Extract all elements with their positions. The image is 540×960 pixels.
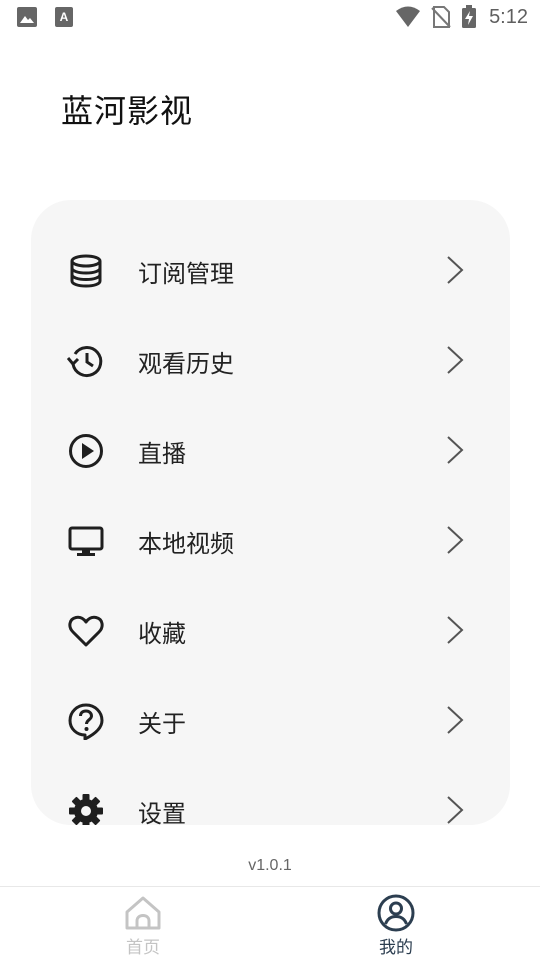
heart-icon bbox=[67, 612, 105, 650]
gallery-icon bbox=[16, 6, 38, 28]
status-bar-left: A bbox=[16, 6, 74, 28]
bottom-nav: 首页 我的 bbox=[0, 886, 540, 960]
menu-item-label: 收藏 bbox=[138, 620, 186, 648]
page-title: 蓝河影视 bbox=[61, 92, 194, 130]
tab-home[interactable]: 首页 bbox=[8, 887, 278, 960]
chevron-right-icon bbox=[443, 794, 467, 825]
menu-item-label: 关于 bbox=[138, 710, 186, 738]
gear-icon bbox=[67, 792, 105, 825]
play-circle-icon bbox=[67, 432, 105, 470]
menu-item-settings[interactable]: 设置 bbox=[31, 774, 510, 825]
menu-item-label: 本地视频 bbox=[138, 530, 234, 558]
database-icon bbox=[67, 252, 105, 290]
chevron-right-icon bbox=[443, 704, 467, 736]
status-bar-right: 5:12 bbox=[395, 5, 528, 29]
tab-label: 首页 bbox=[126, 938, 160, 958]
wifi-icon bbox=[395, 6, 421, 28]
menu-item-about[interactable]: 关于 bbox=[31, 684, 510, 754]
help-bubble-icon bbox=[67, 702, 105, 741]
menu-item-favorites[interactable]: 收藏 bbox=[31, 594, 510, 664]
menu-item-live[interactable]: 直播 bbox=[31, 414, 510, 484]
home-icon bbox=[123, 893, 163, 933]
status-time: 5:12 bbox=[489, 5, 528, 28]
version-label: v1.0.1 bbox=[248, 857, 292, 874]
status-bar: A 5:12 bbox=[0, 0, 540, 36]
svg-text:A: A bbox=[60, 10, 69, 24]
screen: A 5:12 蓝河影视 订阅管理 观看历史 直播 本地视频 收藏 关于 设置 v… bbox=[0, 0, 540, 960]
keyboard-a-icon: A bbox=[54, 6, 74, 28]
battery-charging-icon bbox=[461, 5, 477, 29]
chevron-right-icon bbox=[443, 614, 467, 646]
menu-item-subscriptions[interactable]: 订阅管理 bbox=[31, 234, 510, 304]
chevron-right-icon bbox=[443, 344, 467, 376]
history-icon bbox=[66, 342, 105, 380]
menu-item-label: 观看历史 bbox=[138, 350, 234, 378]
menu-item-local-video[interactable]: 本地视频 bbox=[31, 504, 510, 574]
chevron-right-icon bbox=[443, 434, 467, 466]
monitor-icon bbox=[67, 522, 105, 560]
menu-item-label: 直播 bbox=[138, 440, 186, 468]
chevron-right-icon bbox=[443, 254, 467, 286]
tab-mine[interactable]: 我的 bbox=[261, 887, 531, 960]
no-sim-icon bbox=[431, 5, 451, 29]
menu-item-label: 订阅管理 bbox=[138, 260, 234, 288]
menu-item-history[interactable]: 观看历史 bbox=[31, 324, 510, 394]
user-circle-icon bbox=[376, 893, 416, 933]
menu-card: 订阅管理 观看历史 直播 本地视频 收藏 关于 设置 bbox=[31, 200, 510, 825]
tab-label: 我的 bbox=[379, 938, 413, 958]
menu-item-label: 设置 bbox=[138, 800, 186, 825]
chevron-right-icon bbox=[443, 524, 467, 556]
